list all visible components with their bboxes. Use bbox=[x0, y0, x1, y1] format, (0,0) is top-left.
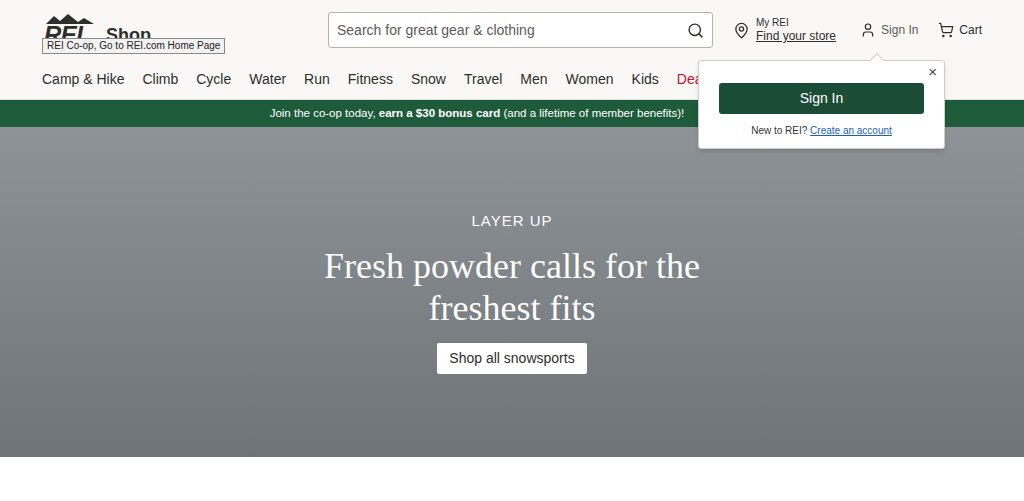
nav-item[interactable]: Men bbox=[520, 69, 547, 90]
user-icon bbox=[860, 22, 876, 38]
nav-item[interactable]: Snow bbox=[411, 69, 446, 90]
nav-item[interactable]: Run bbox=[304, 69, 330, 90]
create-account-prompt: New to REI? Create an account bbox=[719, 123, 924, 138]
nav-item[interactable]: Fitness bbox=[348, 69, 393, 90]
nav-item[interactable]: Climb bbox=[142, 69, 178, 90]
location-pin-icon bbox=[733, 22, 750, 39]
popup-sign-in-button[interactable]: Sign In bbox=[719, 83, 924, 114]
cart-icon bbox=[938, 22, 954, 38]
nav-item[interactable]: Travel bbox=[464, 69, 502, 90]
create-account-link[interactable]: Create an account bbox=[810, 125, 892, 136]
sign-in-popup: × Sign In New to REI? Create an account bbox=[698, 60, 945, 149]
hero-eyebrow: LAYER UP bbox=[471, 210, 552, 233]
cart-link[interactable]: Cart bbox=[938, 21, 982, 39]
rei-page: REIShopSearch for great gear & clothingM… bbox=[0, 0, 1024, 501]
popup-close-button[interactable]: × bbox=[928, 64, 937, 79]
search-placeholder: Search for great gear & clothing bbox=[337, 20, 687, 41]
shop-snowsports-button[interactable]: Shop all snowsports bbox=[437, 343, 586, 374]
sign-in-link[interactable]: Sign In bbox=[860, 21, 918, 39]
search-icon[interactable] bbox=[687, 22, 704, 39]
nav-item[interactable]: Water bbox=[249, 69, 286, 90]
search-field[interactable]: Search for great gear & clothing bbox=[328, 12, 713, 48]
logo-tooltip: REI Co-op, Go to REI.com Home Page bbox=[42, 38, 225, 54]
nav-item[interactable]: Camp & Hike bbox=[42, 69, 124, 90]
nav-item[interactable]: Cycle bbox=[196, 69, 231, 90]
store-label: My REI bbox=[756, 17, 836, 29]
mountain-icon bbox=[44, 14, 96, 24]
hero: LAYER UP Fresh powder calls for the fresh… bbox=[0, 127, 1024, 457]
nav-item[interactable]: Kids bbox=[632, 69, 659, 90]
store-link[interactable]: Find your store bbox=[756, 29, 836, 43]
hero-headline: Fresh powder calls for the freshest fits bbox=[302, 245, 722, 329]
store-finder[interactable]: My REIFind your store bbox=[733, 17, 836, 43]
nav-item[interactable]: Women bbox=[566, 69, 614, 90]
